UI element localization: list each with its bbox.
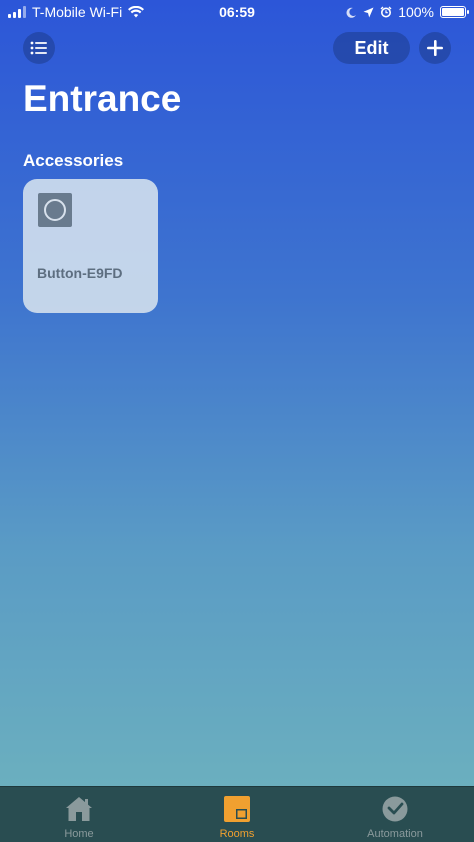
rooms-icon [224, 796, 250, 822]
plus-icon [427, 40, 443, 56]
tab-rooms[interactable]: Rooms [177, 787, 297, 842]
status-bar: T-Mobile Wi-Fi 06:59 100% [0, 0, 474, 24]
accessory-name: Button-E9FD [37, 265, 123, 281]
add-button[interactable] [419, 32, 451, 64]
tab-label: Automation [367, 828, 423, 840]
alarm-icon [380, 6, 392, 18]
tab-automation[interactable]: Automation [335, 787, 455, 842]
edit-button[interactable]: Edit [333, 32, 410, 64]
tab-label: Home [64, 828, 94, 840]
list-icon [30, 41, 47, 55]
tab-home[interactable]: Home [19, 787, 139, 842]
section-title: Accessories [23, 151, 124, 170]
battery-icon [440, 6, 469, 18]
moon-icon [346, 7, 357, 18]
house-icon [66, 797, 92, 821]
page-title: Entrance [23, 78, 182, 119]
button-icon [38, 193, 72, 227]
tab-bar: Home Rooms Automation [0, 786, 474, 842]
room-list-button[interactable] [23, 32, 55, 64]
status-right: 100% [346, 4, 469, 20]
clock-check-icon [382, 796, 408, 822]
tab-label: Rooms [219, 828, 255, 840]
battery-percent: 100% [398, 4, 434, 20]
accessory-tile[interactable]: Button-E9FD [23, 179, 158, 313]
location-arrow-icon [363, 7, 374, 17]
